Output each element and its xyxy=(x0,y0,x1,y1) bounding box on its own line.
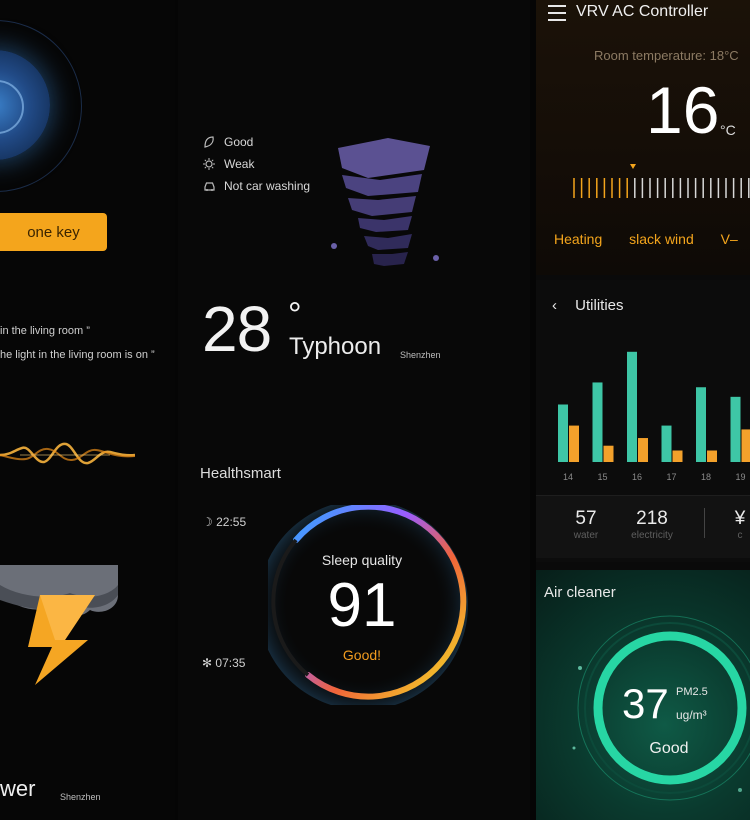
typhoon-stack-icon xyxy=(331,138,439,266)
chart-bar xyxy=(592,382,603,462)
sun-icon xyxy=(202,157,216,171)
voice-command-text: in the living room ” xyxy=(0,325,90,337)
chart-x-tick-label: 17 xyxy=(666,472,676,482)
utilities-bar-chart: 14151617181920 xyxy=(558,351,750,482)
room-temperature: Room temperature: 18°C xyxy=(594,48,739,63)
stat-value: 218 xyxy=(636,508,668,529)
city-label: Shenzhen xyxy=(60,792,101,802)
status-row-uv: Weak xyxy=(202,157,310,171)
stats-divider xyxy=(704,508,705,538)
chart-x-tick-label: 16 xyxy=(632,472,642,482)
chart-bar xyxy=(741,429,750,462)
weather-health-panel: Good Weak Not car washing 28 ° Typhoon S… xyxy=(178,0,530,820)
air-unit-label: ug/m³ xyxy=(676,708,707,722)
controls-panel: VRV AC Controller Room temperature: 18°C… xyxy=(536,0,750,820)
voice-response-text: he light in the living room is on ” xyxy=(0,349,155,361)
ac-temperature-unit: °C xyxy=(720,122,736,138)
status-row-air: Good xyxy=(202,135,310,149)
utilities-stats: 57 water 218 electricity ¥ c xyxy=(536,495,750,558)
stat-value: ¥ xyxy=(734,508,746,529)
health-title: Healthsmart xyxy=(200,465,281,482)
stat-electricity: 218 electricity xyxy=(624,508,680,541)
chart-x-tick-label: 15 xyxy=(597,472,607,482)
degree-symbol: ° xyxy=(288,296,302,334)
chart-bar xyxy=(569,425,579,462)
stat-label: electricity xyxy=(631,530,673,541)
weather-status-list: Good Weak Not car washing xyxy=(202,135,310,193)
city-weather-title: wer xyxy=(0,776,36,801)
temperature-marker xyxy=(630,164,636,169)
status-label: Not car washing xyxy=(224,179,311,193)
sleep-quality-label: Sleep quality xyxy=(321,552,403,568)
stat-water: 57 water xyxy=(562,508,610,541)
mode-heating[interactable]: Heating xyxy=(554,231,602,247)
sleep-quality-status: Good! xyxy=(342,647,382,663)
car-icon xyxy=(202,179,216,193)
mode-swing[interactable]: V– xyxy=(721,231,738,247)
leaf-icon xyxy=(202,135,216,149)
weather-city: Shenzhen xyxy=(400,350,441,360)
thunderstorm-icon xyxy=(0,565,118,685)
status-label: Good xyxy=(224,135,254,149)
chart-bar xyxy=(661,425,672,462)
air-quality-value: 37 xyxy=(622,680,669,727)
sleep-time: ☽ 22:55 xyxy=(202,515,247,529)
chart-bar xyxy=(558,404,568,462)
stat-label: c xyxy=(737,530,743,541)
air-pollutant-label: PM2.5 xyxy=(676,686,708,698)
utilities-title: Utilities xyxy=(575,297,624,314)
menu-icon[interactable] xyxy=(548,5,566,21)
smart-home-panel: one key in the living room ” he light in… xyxy=(0,0,175,820)
moon-icon: ☽ xyxy=(202,515,213,529)
voice-wave-icon xyxy=(0,442,135,465)
one-key-button[interactable]: one key xyxy=(0,213,107,251)
chart-bar xyxy=(730,396,741,462)
chart-bar xyxy=(696,387,706,462)
air-cleaner-title: Air cleaner xyxy=(544,584,616,601)
utilities-header: ‹ Utilities xyxy=(552,297,624,314)
chart-bar xyxy=(707,450,717,462)
chart-bar xyxy=(638,438,648,462)
stat-label: water xyxy=(573,530,599,541)
stat-cost: ¥ c xyxy=(728,508,750,541)
status-row-carwash: Not car washing xyxy=(202,179,310,193)
sunrise-icon: ✻ xyxy=(202,656,213,670)
ac-title: VRV AC Controller xyxy=(576,3,709,20)
chart-x-tick-label: 18 xyxy=(701,472,711,482)
wake-time: ✻ 07:35 xyxy=(202,656,246,670)
ac-mode-row: Heating slack wind V– xyxy=(554,231,750,247)
status-label: Weak xyxy=(224,157,255,171)
chevron-left-icon[interactable]: ‹ xyxy=(552,297,557,314)
air-quality-status: Good xyxy=(649,740,689,757)
sleep-quality-score: 91 xyxy=(327,571,397,640)
chart-bar xyxy=(627,351,637,462)
temperature-slider[interactable] xyxy=(572,176,750,200)
weather-condition: Typhoon xyxy=(289,333,382,360)
stat-value: 57 xyxy=(575,508,597,529)
chart-x-tick-label: 14 xyxy=(563,472,573,482)
chart-x-tick-label: 19 xyxy=(735,472,745,482)
chart-bar xyxy=(672,450,683,462)
weather-temperature: 28 xyxy=(202,293,272,365)
ac-set-temperature: 16 xyxy=(646,73,720,147)
mode-slack-wind[interactable]: slack wind xyxy=(629,231,694,247)
chart-bar xyxy=(603,445,614,462)
